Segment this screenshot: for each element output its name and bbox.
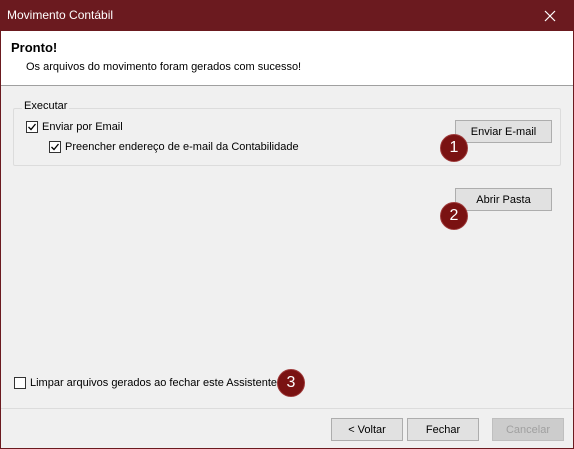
step-badge-1: 1 [440,134,468,162]
clean-files-label[interactable]: Limpar arquivos gerados ao fechar este A… [30,377,277,389]
clean-files-checkbox[interactable] [14,377,26,389]
page-title: Pronto! [11,40,58,55]
send-email-label[interactable]: Enviar por Email [42,121,123,133]
send-email-button[interactable]: Enviar E-mail [455,120,552,143]
back-button[interactable]: < Voltar [331,418,403,441]
close-icon [544,10,556,22]
fill-address-checkbox[interactable] [49,141,61,153]
cancel-button[interactable]: Cancelar [492,418,564,441]
fill-address-label[interactable]: Preencher endereço de e-mail da Contabil… [65,141,299,153]
header-panel: Pronto! Os arquivos do movimento foram g… [1,31,573,86]
send-email-checkbox[interactable] [26,121,38,133]
close-window-button[interactable] [527,1,573,31]
step-badge-3: 3 [277,369,305,397]
page-subtitle: Os arquivos do movimento foram gerados c… [26,61,302,73]
window-title: Movimento Contábil [7,8,114,22]
step-badge-2: 2 [440,202,468,230]
open-folder-button[interactable]: Abrir Pasta [455,188,552,211]
wizard-window: Movimento Contábil Pronto! Os arquivos d… [0,0,574,449]
close-button[interactable]: Fechar [407,418,479,441]
title-bar: Movimento Contábil [1,1,573,31]
groupbox-legend: Executar [22,100,70,112]
footer-separator [1,408,573,409]
checkmark-icon [51,143,60,151]
checkmark-icon [28,123,37,131]
